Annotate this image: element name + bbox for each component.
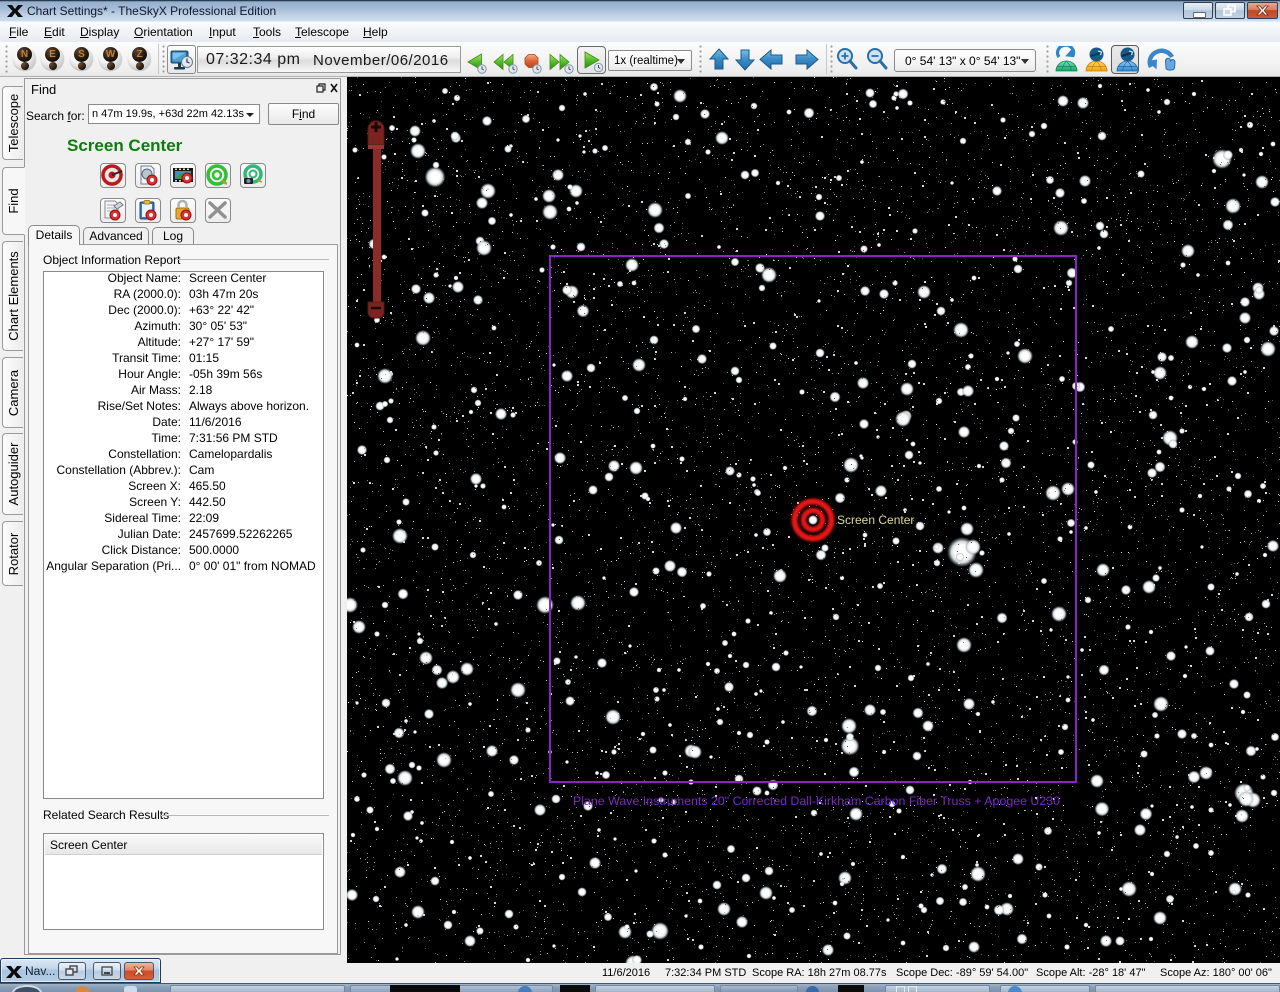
svg-text:Screen Center: Screen Center [837,513,914,527]
svg-text:Plane Wave Instruments 20" Cor: Plane Wave Instruments 20" Corrected Dal… [573,794,1060,808]
